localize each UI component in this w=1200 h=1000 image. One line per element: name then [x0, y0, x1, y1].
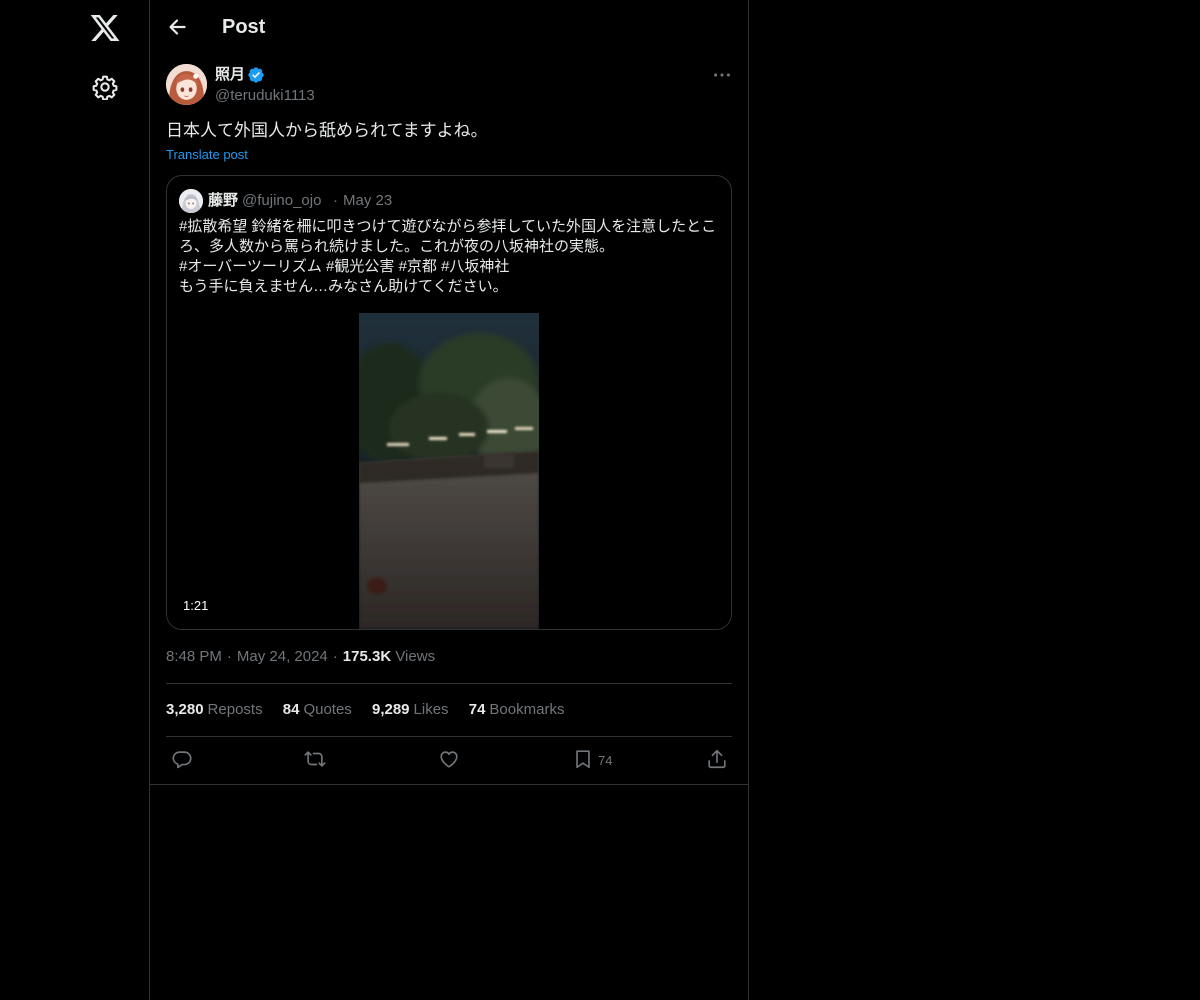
bookmark-icon [576, 750, 590, 769]
heart-icon[interactable] [438, 748, 460, 772]
post-meta: 8:48 PM · May 24, 2024 · 175.3K Views [166, 647, 435, 667]
author-avatar[interactable] [166, 64, 207, 105]
post-date[interactable]: May 24, 2024 [237, 648, 328, 665]
separator-dot: · [332, 648, 338, 665]
post-time[interactable]: 8:48 PM [166, 648, 222, 665]
x-logo-icon[interactable] [89, 12, 121, 44]
post-action-bar: 74 [166, 746, 732, 774]
page-title: Post [222, 16, 266, 38]
divider [150, 784, 748, 785]
reply-icon[interactable] [171, 748, 193, 772]
quoted-video-player[interactable]: 1:21 [167, 313, 731, 629]
quoted-text-line: もう手に負えません…みなさん助けてください。 [179, 278, 508, 295]
divider [166, 683, 732, 684]
verified-badge-icon [247, 66, 265, 84]
separator-dot: · [333, 192, 338, 209]
share-icon[interactable] [706, 748, 728, 772]
views-count: 175.3K [342, 648, 392, 665]
views-label: Views [395, 648, 436, 665]
quoted-post-text: #拡散希望 鈴緒を柵に叩きつけて遊びながら参拝していた外国人を注意したとこ ろ、… [179, 217, 723, 297]
engagement-stats: 3,280 Reposts 84 Quotes 9,289 Likes 74 Bookm… [166, 700, 580, 720]
post-header: Post [150, 0, 748, 54]
reposts-stat[interactable]: 3,280 Reposts [166, 701, 263, 718]
post-text: 日本人て外国人から舐められてますよね。 [166, 121, 488, 140]
quotes-stat[interactable]: 84 Quotes [283, 701, 352, 718]
separator-dot: · [226, 648, 232, 665]
left-nav-rail [0, 0, 149, 1000]
repost-icon[interactable] [304, 748, 326, 772]
author-handle[interactable]: @teruduki1113 [215, 86, 315, 106]
video-duration: 1:21 [177, 596, 215, 616]
translate-post-link[interactable]: Translate post [166, 146, 248, 164]
quoted-author-handle: @fujino_ojo [242, 192, 322, 209]
author-display-name[interactable]: 照月 [215, 65, 245, 85]
post-detail-column: Post 照月 @teruduki1113 日本人て外国人から舐められてますよね… [149, 0, 749, 1000]
quoted-author-avatar [179, 189, 203, 213]
quoted-text-line: #オーバーツーリズム #観光公害 #京都 #八坂神社 [179, 258, 510, 275]
divider [166, 736, 732, 737]
quoted-post-card[interactable]: 藤野 @fujino_ojo · May 23 #拡散希望 鈴緒を柵に叩きつけて… [166, 175, 732, 630]
video-thumbnail[interactable] [359, 313, 539, 629]
quoted-author-name: 藤野 [208, 192, 239, 209]
quoted-post-date: May 23 [343, 192, 393, 209]
arrow-left-icon[interactable] [164, 14, 190, 40]
bookmark-button[interactable]: 74 [572, 748, 632, 772]
more-horizontal-icon[interactable] [711, 64, 733, 86]
quoted-text-line: ろ、多人数から罵られ続けました。これが夜の八坂神社の実態。 [179, 238, 615, 255]
bookmarks-stat[interactable]: 74 Bookmarks [469, 701, 565, 718]
bookmark-count: 74 [598, 753, 613, 768]
gear-icon[interactable] [92, 74, 118, 101]
quoted-text-line: #拡散希望 鈴緒を柵に叩きつけて遊びながら参拝していた外国人を注意したとこ [179, 218, 717, 235]
likes-stat[interactable]: 9,289 Likes [372, 701, 449, 718]
